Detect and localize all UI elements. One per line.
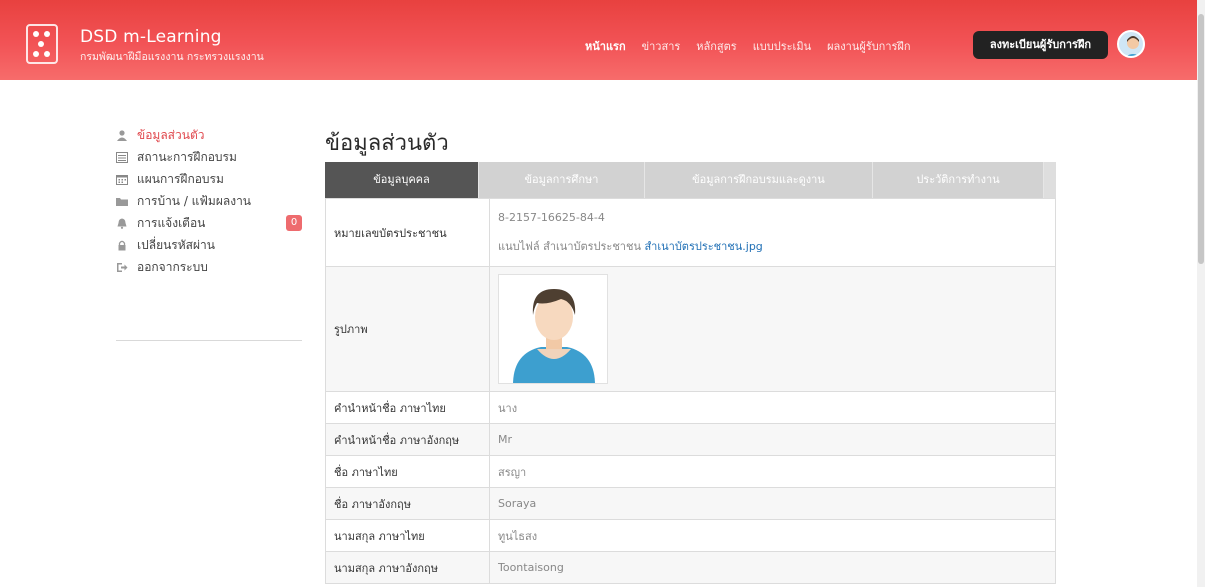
- sidebar-item-personal-info[interactable]: ข้อมูลส่วนตัว: [116, 124, 302, 146]
- dsd-logo-icon[interactable]: [26, 24, 58, 64]
- register-trainee-button[interactable]: ลงทะเบียนผู้รับการฝึก: [973, 31, 1108, 59]
- scrollbar-thumb[interactable]: [1198, 14, 1204, 264]
- row-label: หมายเลขบัตรประชาชน: [325, 198, 490, 267]
- row-label: รูปภาพ: [325, 266, 490, 392]
- bell-icon: [116, 218, 128, 229]
- user-avatar[interactable]: [1117, 30, 1145, 58]
- list-icon: [116, 151, 128, 163]
- tab-work-history[interactable]: ประวัติการทำงาน: [873, 162, 1044, 198]
- row-value: Mr: [489, 423, 1056, 456]
- sidebar-item-label: ข้อมูลส่วนตัว: [137, 127, 205, 142]
- nav-item-courses[interactable]: หลักสูตร: [696, 37, 736, 55]
- table-row: นามสกุล ภาษาอังกฤษ Toontaisong: [325, 551, 1056, 584]
- profile-tabs: ข้อมูลบุคคล ข้อมูลการศึกษา ข้อมูลการฝึกอ…: [325, 162, 1056, 198]
- sidebar-item-notifications[interactable]: การแจ้งเตือน 0: [116, 212, 302, 234]
- profile-sidebar: ข้อมูลส่วนตัว สถานะการฝึกอบรม แผนการฝึกอ…: [116, 124, 302, 278]
- nav-item-assessment[interactable]: แบบประเมิน: [753, 37, 811, 55]
- notification-count-badge: 0: [286, 215, 302, 231]
- user-icon: [116, 129, 128, 141]
- tab-training-visits[interactable]: ข้อมูลการฝึกอบรมและดูงาน: [645, 162, 873, 198]
- table-row: คำนำหน้าชื่อ ภาษาอังกฤษ Mr: [325, 423, 1056, 456]
- sidebar-item-label: สถานะการฝึกอบรม: [137, 149, 237, 164]
- logout-icon: [116, 262, 128, 273]
- row-label: นามสกุล ภาษาอังกฤษ: [325, 551, 490, 584]
- row-label: คำนำหน้าชื่อ ภาษาอังกฤษ: [325, 423, 490, 456]
- main-nav: หน้าแรก ข่าวสาร หลักสูตร แบบประเมิน ผลงา…: [585, 37, 927, 55]
- tab-education[interactable]: ข้อมูลการศึกษา: [479, 162, 645, 198]
- table-row: หมายเลขบัตรประชาชน 8-2157-16625-84-4 แนบ…: [325, 198, 1056, 267]
- sidebar-item-label: แผนการฝึกอบรม: [137, 171, 224, 186]
- personal-info-table: หมายเลขบัตรประชาชน 8-2157-16625-84-4 แนบ…: [325, 198, 1056, 584]
- page: DSD m-Learning กรมพัฒนาฝีมือแรงงาน กระทร…: [0, 0, 1205, 587]
- person-placeholder-icon: [513, 289, 595, 383]
- sidebar-item-change-password[interactable]: เปลี่ยนรหัสผ่าน: [116, 234, 302, 256]
- sidebar-divider: [116, 340, 302, 341]
- brand-subtitle: กรมพัฒนาฝีมือแรงงาน กระทรวงแรงงาน: [80, 51, 264, 63]
- table-row: คำนำหน้าชื่อ ภาษาไทย นาง: [325, 391, 1056, 424]
- nav-item-home[interactable]: หน้าแรก: [585, 37, 626, 55]
- row-label: ชื่อ ภาษาอังกฤษ: [325, 487, 490, 520]
- sidebar-item-homework-portfolio[interactable]: การบ้าน / แฟ้มผลงาน: [116, 190, 302, 212]
- lock-icon: [116, 240, 128, 251]
- attachment-prefix: แนบไฟล์ สำเนาบัตรประชาชน: [498, 239, 641, 253]
- row-value: นาง: [489, 391, 1056, 424]
- page-title: ข้อมูลส่วนตัว: [325, 131, 449, 156]
- calendar-icon: [116, 174, 128, 185]
- sidebar-item-label: การแจ้งเตือน: [137, 215, 206, 230]
- sidebar-item-training-plan[interactable]: แผนการฝึกอบรม: [116, 168, 302, 190]
- table-row: ชื่อ ภาษาอังกฤษ Soraya: [325, 487, 1056, 520]
- attachment-line: แนบไฟล์ สำเนาบัตรประชาชน สำเนาบัตรประชาช…: [498, 237, 1047, 255]
- table-row: ชื่อ ภาษาไทย สรญา: [325, 455, 1056, 488]
- row-value: Soraya: [489, 487, 1056, 520]
- page-scrollbar[interactable]: [1197, 0, 1205, 587]
- row-value: สรญา: [489, 455, 1056, 488]
- row-label: คำนำหน้าชื่อ ภาษาไทย: [325, 391, 490, 424]
- brand-title[interactable]: DSD m-Learning: [80, 27, 222, 47]
- id-card-file-link[interactable]: สำเนาบัตรประชาชน.jpg: [644, 240, 762, 253]
- row-label: ชื่อ ภาษาไทย: [325, 455, 490, 488]
- id-card-number: 8-2157-16625-84-4: [498, 210, 605, 224]
- top-header: DSD m-Learning กรมพัฒนาฝีมือแรงงาน กระทร…: [0, 0, 1197, 80]
- profile-photo[interactable]: [498, 274, 608, 384]
- row-value: 8-2157-16625-84-4 แนบไฟล์ สำเนาบัตรประชา…: [489, 198, 1056, 267]
- sidebar-item-label: ออกจากระบบ: [137, 259, 208, 274]
- tab-personal[interactable]: ข้อมูลบุคคล: [325, 162, 479, 198]
- row-value: ทูนไธสง: [489, 519, 1056, 552]
- sidebar-item-label: เปลี่ยนรหัสผ่าน: [137, 237, 215, 252]
- row-value: Toontaisong: [489, 551, 1056, 584]
- sidebar-item-training-status[interactable]: สถานะการฝึกอบรม: [116, 146, 302, 168]
- table-row: รูปภาพ: [325, 266, 1056, 392]
- nav-item-trainee-works[interactable]: ผลงานผู้รับการฝึก: [827, 37, 910, 55]
- row-label: นามสกุล ภาษาไทย: [325, 519, 490, 552]
- row-value: [489, 266, 1056, 392]
- sidebar-item-logout[interactable]: ออกจากระบบ: [116, 256, 302, 278]
- nav-item-news[interactable]: ข่าวสาร: [642, 37, 681, 55]
- sidebar-item-label: การบ้าน / แฟ้มผลงาน: [137, 193, 252, 208]
- folder-icon: [116, 196, 128, 207]
- table-row: นามสกุล ภาษาไทย ทูนไธสง: [325, 519, 1056, 552]
